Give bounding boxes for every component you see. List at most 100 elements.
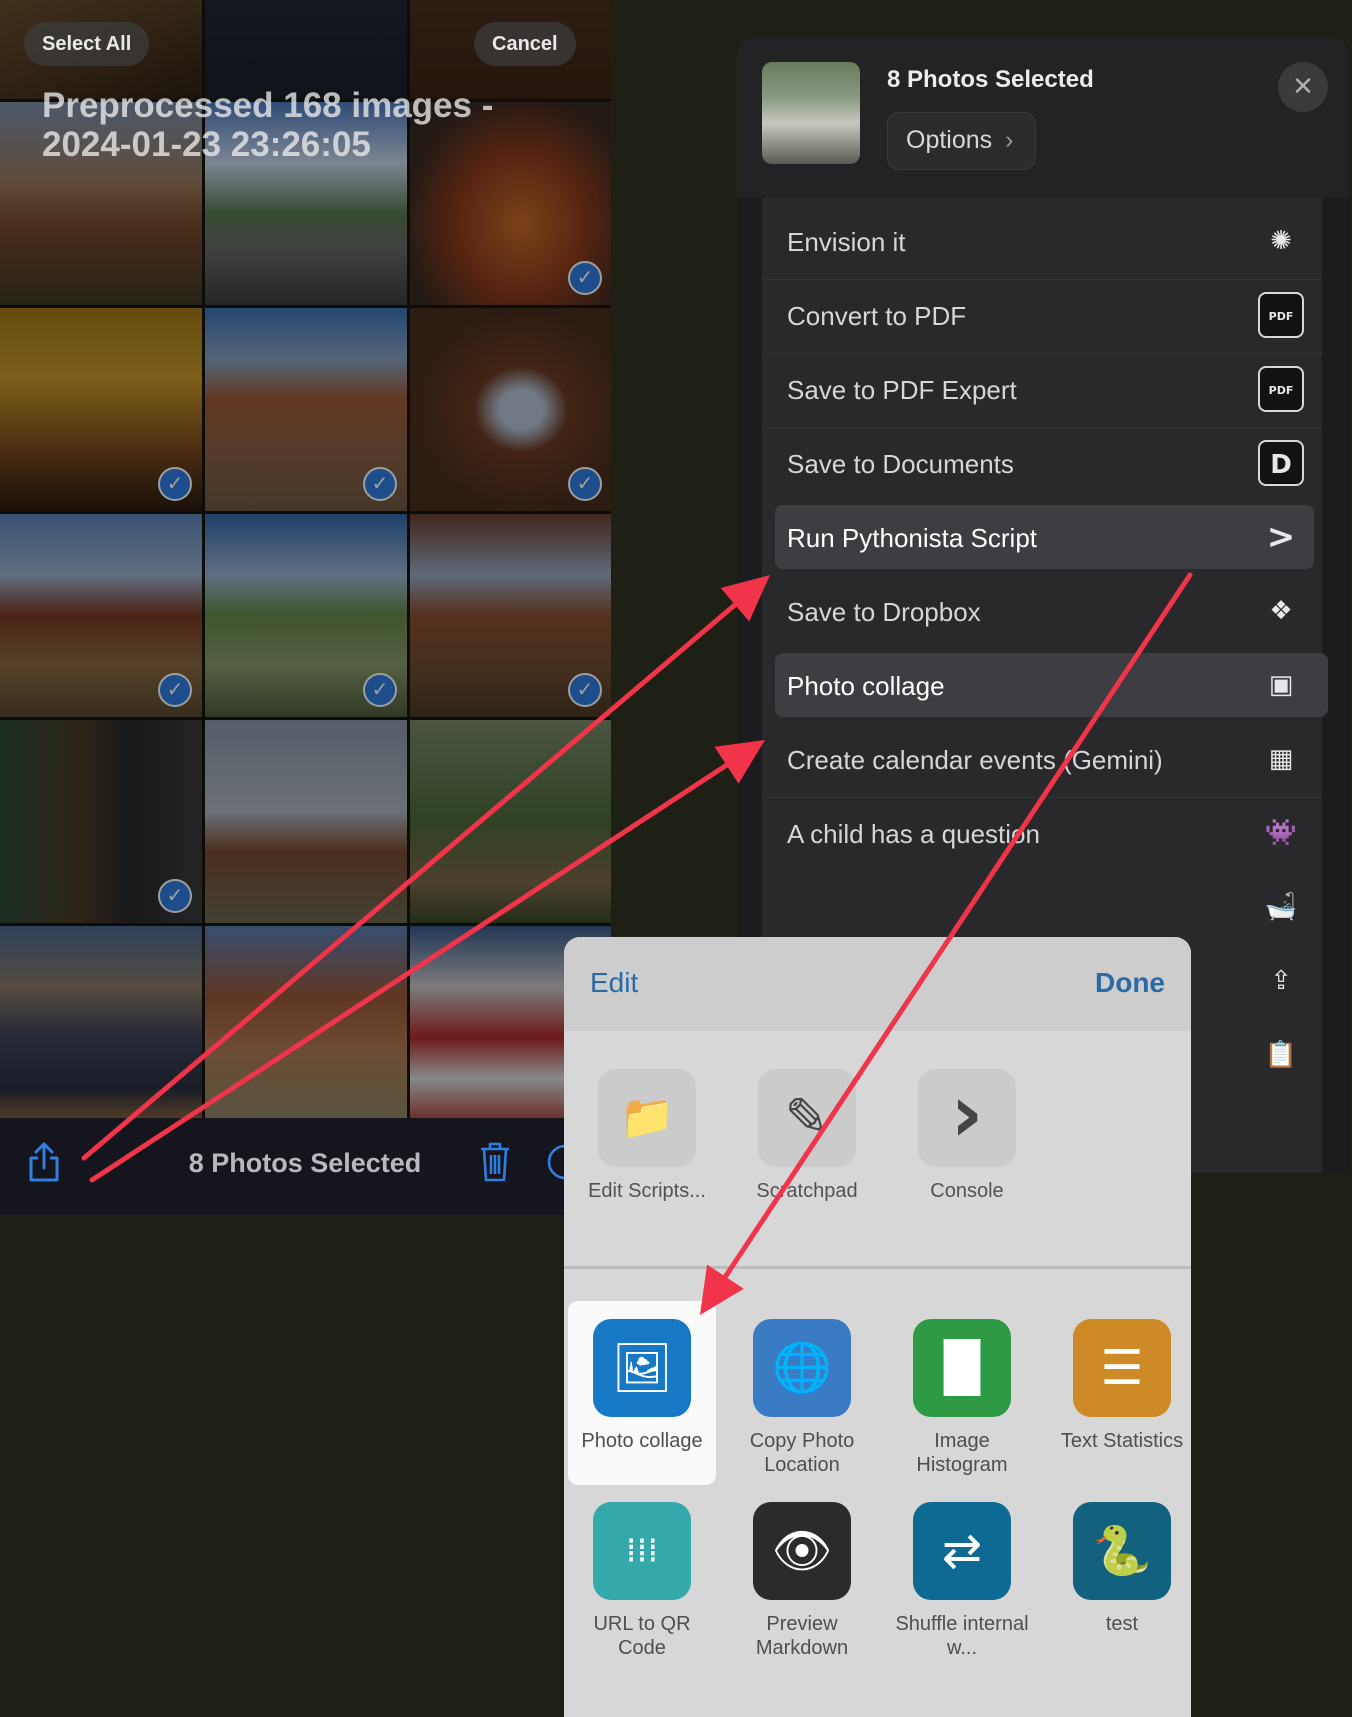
selection-thumbnail [762, 62, 860, 164]
action-label: Save to PDF Expert [787, 375, 1017, 405]
script-url-to-qr-code[interactable]: ⁞⁞⁞ URL to QR Code [567, 1502, 717, 1660]
action-create-calendar-events[interactable]: Create calendar events (Gemini) ▦ [762, 729, 1322, 789]
action-a-child-has-a-question[interactable]: A child has a question 👾 [762, 803, 1322, 863]
action-label: Photo collage [787, 671, 945, 701]
tool-scratchpad[interactable]: ✎ Scratchpad [742, 1069, 872, 1203]
script-shuffle-internal[interactable]: ⇄ Shuffle internal w... [887, 1502, 1037, 1660]
shuffle-icon: ⇄ [913, 1502, 1011, 1600]
action-label: Create calendar events (Gemini) [787, 745, 1163, 775]
tool-console[interactable]: › Console [902, 1069, 1032, 1203]
script-photo-collage[interactable]: 🖼 Photo collage [567, 1319, 717, 1453]
script-label: Image Histogram [916, 1430, 1008, 1476]
pdf-expert-icon: PDF [1258, 292, 1304, 338]
chevron-right-icon: › [1005, 126, 1014, 154]
photo-thumbnail[interactable]: ✓ [410, 308, 611, 511]
album-title: Preprocessed 168 images - 2024-01-23 23:… [42, 86, 494, 164]
action-envision-it[interactable]: Envision it ✺ [762, 211, 1322, 271]
photo-thumbnail[interactable] [410, 720, 611, 923]
done-button[interactable]: Done [1095, 967, 1165, 999]
sparkle-icon: ✺ [1270, 226, 1292, 256]
photo-thumbnail[interactable]: ✓ [0, 308, 202, 511]
action-save-to-pdf-expert[interactable]: Save to PDF Expert PDF [762, 359, 1322, 419]
script-label: Shuffle internal w... [895, 1613, 1029, 1659]
action-label: Run Pythonista Script [787, 523, 1038, 553]
dropbox-icon: ❖ [1269, 596, 1293, 626]
action-label: Save to Documents [787, 449, 1014, 479]
photo-thumbnail[interactable]: ✓ [410, 514, 611, 717]
photos-app: ✓ ✓ ✓ ✓ ✓ ✓ ✓ ✓ Select All Cancel Prepro… [0, 0, 611, 1215]
photo-thumbnail[interactable]: ✓ [0, 720, 202, 923]
share-icon[interactable] [26, 1140, 62, 1184]
script-label: Text Statistics [1060, 1430, 1184, 1452]
selected-checkmark-icon: ✓ [568, 261, 602, 295]
action-convert-to-pdf[interactable]: Convert to PDF PDF [762, 285, 1322, 345]
script-preview-markdown[interactable]: 👁 Preview Markdown [727, 1502, 877, 1660]
action-photo-collage[interactable]: Photo collage ▣ [762, 653, 1328, 717]
photo-thumbnail[interactable] [205, 0, 407, 99]
photo-thumbnail[interactable]: ✓ [0, 514, 202, 717]
close-button[interactable]: ✕ [1278, 62, 1328, 112]
share-sheet-title: 8 Photos Selected [887, 66, 1094, 93]
pythonista-panel: Edit Done 📁 Edit Scripts... ✎ Scratchpad… [564, 937, 1191, 1717]
action-label: A child has a question [787, 819, 1040, 849]
action-label: Envision it [787, 227, 906, 257]
divider [762, 797, 1322, 798]
compose-icon: ✎ [758, 1069, 856, 1167]
photo-thumbnail[interactable]: ✓ [205, 514, 407, 717]
photo-collage-icon: ▣ [1268, 670, 1294, 700]
cancel-button[interactable]: Cancel [474, 22, 576, 66]
action-save-to-dropbox[interactable]: Save to Dropbox ❖ [762, 581, 1322, 641]
selected-checkmark-icon: ✓ [158, 467, 192, 501]
selected-checkmark-icon: ✓ [158, 673, 192, 707]
script-label: Preview Markdown [755, 1613, 849, 1659]
script-label: URL to QR Code [593, 1613, 691, 1659]
selection-count: 8 Photos Selected [188, 1148, 422, 1178]
grid-icon: ⁞⁞⁞ [593, 1502, 691, 1600]
trash-icon[interactable] [478, 1140, 512, 1184]
script-copy-photo-location[interactable]: 🌐 Copy Photo Location [727, 1319, 877, 1477]
selected-checkmark-icon: ✓ [568, 467, 602, 501]
divider [762, 353, 1322, 354]
pythonista-icon: > [1266, 517, 1296, 557]
select-all-button[interactable]: Select All [24, 22, 150, 66]
script-image-histogram[interactable]: ▐▌ Image Histogram [887, 1319, 1037, 1477]
space-invader-icon: 👾 [1264, 818, 1298, 848]
console-icon: › [918, 1069, 1016, 1167]
selected-checkmark-icon: ✓ [363, 673, 397, 707]
action-save-to-documents[interactable]: Save to Documents D [762, 433, 1322, 493]
share-upload-icon: ⇪ [1270, 966, 1292, 996]
selected-checkmark-icon: ✓ [363, 467, 397, 501]
divider [762, 279, 1322, 280]
bathtub-icon: 🛁 [1264, 892, 1298, 922]
photo-thumbnail[interactable] [205, 720, 407, 923]
tool-label: Scratchpad [756, 1180, 858, 1202]
clipboard-icon: 📋 [1264, 1040, 1298, 1070]
folder-icon: 📁 [598, 1069, 696, 1167]
tool-edit-scripts[interactable]: 📁 Edit Scripts... [582, 1069, 712, 1203]
photo-thumbnail[interactable]: ✓ [205, 308, 407, 511]
divider [762, 427, 1322, 428]
pdf-expert-icon: PDF [1258, 366, 1304, 412]
document-icon: ☰ [1073, 1319, 1171, 1417]
calendar-add-icon: ▦ [1268, 744, 1294, 774]
script-test[interactable]: 🐍 test [1047, 1502, 1191, 1636]
photos-bottom-toolbar: 8 Photos Selected [0, 1118, 611, 1215]
photo-grid: ✓ ✓ ✓ ✓ ✓ ✓ ✓ ✓ [0, 0, 611, 1129]
options-button[interactable]: Options › [887, 112, 1036, 170]
script-label: test [1105, 1613, 1139, 1635]
selected-checkmark-icon: ✓ [568, 673, 602, 707]
action-run-pythonista-script[interactable]: Run Pythonista Script > [762, 505, 1322, 569]
photo-thumbnail[interactable] [0, 926, 202, 1129]
pythonista-header: Edit Done [564, 937, 1191, 1031]
photo-thumbnail[interactable] [205, 926, 407, 1129]
tool-label: Edit Scripts... [588, 1180, 706, 1202]
options-label: Options [906, 126, 993, 154]
edit-button[interactable]: Edit [590, 967, 638, 999]
photo-collage-icon: 🖼 [593, 1319, 691, 1417]
globe-icon: 🌐 [753, 1319, 851, 1417]
script-text-statistics[interactable]: ☰ Text Statistics [1047, 1319, 1191, 1453]
script-label: Photo collage [581, 1430, 703, 1452]
action-bathtub[interactable]: 🛁 [762, 877, 1322, 937]
histogram-icon: ▐▌ [913, 1319, 1011, 1417]
python-icon: 🐍 [1073, 1502, 1171, 1600]
